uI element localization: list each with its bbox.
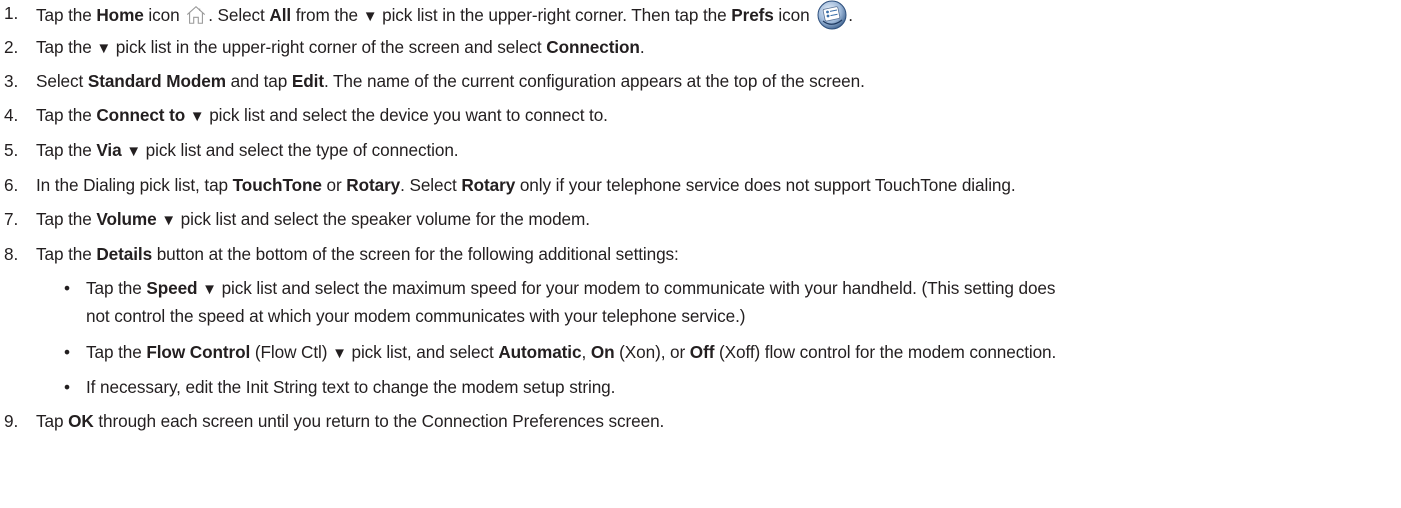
step-text: Tap the Connect to ▼ pick list and selec…	[36, 105, 608, 125]
bold-term: OK	[68, 411, 94, 431]
bold-term: Via	[96, 140, 122, 160]
step-text: Tap OK through each screen until you ret…	[36, 411, 665, 431]
bold-term: Rotary	[346, 175, 401, 195]
step-number: 5.	[4, 140, 19, 160]
pick-list-triangle-icon: ▼	[189, 108, 205, 125]
home-icon	[187, 6, 206, 24]
bold-term: Prefs	[731, 5, 774, 25]
bullet-text: not control the speed at which your mode…	[86, 306, 746, 326]
bold-term: On	[590, 342, 615, 362]
step-number: 3.	[4, 71, 19, 91]
bold-term: Rotary	[461, 175, 516, 195]
bullet-text: Tap the Speed ▼ pick list and select the…	[86, 278, 1056, 298]
bold-term: Connect to	[96, 105, 186, 125]
step-number: 8.	[4, 244, 19, 264]
bold-term: TouchTone	[232, 175, 322, 195]
step-number: 6.	[4, 175, 19, 195]
step-number: 9.	[4, 411, 19, 431]
bullet-text: If necessary, edit the Init String text …	[86, 377, 616, 397]
step-text: Tap the Home icon . Select All from the …	[36, 0, 853, 30]
bold-term: Automatic	[498, 342, 582, 362]
pick-list-triangle-icon: ▼	[362, 8, 378, 25]
step-text: Tap the Volume ▼ pick list and select th…	[36, 209, 590, 229]
bold-term: All	[269, 5, 292, 25]
bold-term: Standard Modem	[87, 71, 226, 91]
step-number: 2.	[4, 37, 19, 57]
bold-term: Off	[689, 342, 715, 362]
bullet-marker: •	[64, 377, 70, 397]
step-number: 1.	[4, 3, 19, 23]
bold-term: Volume	[96, 209, 157, 229]
pick-list-triangle-icon: ▼	[202, 281, 217, 298]
pick-list-triangle-icon: ▼	[332, 345, 347, 362]
bullet-text: Tap the Flow Control (Flow Ctl) ▼ pick l…	[86, 342, 1057, 362]
step-text: Tap the Via ▼ pick list and select the t…	[36, 140, 459, 160]
step-text: Tap the Details button at the bottom of …	[36, 244, 679, 264]
bullet-marker: •	[64, 278, 70, 298]
step-text: Tap the ▼ pick list in the upper-right c…	[36, 37, 645, 57]
bold-term: Details	[96, 244, 153, 264]
step-text: Select Standard Modem and tap Edit. The …	[36, 71, 865, 91]
bold-term: Flow Control	[146, 342, 251, 362]
pick-list-triangle-icon: ▼	[161, 212, 176, 229]
step-number: 4.	[4, 105, 19, 125]
pick-list-triangle-icon: ▼	[96, 40, 112, 57]
bullet-marker: •	[64, 342, 70, 362]
bold-term: Connection	[546, 37, 640, 57]
prefs-icon	[817, 0, 847, 30]
step-number: 7.	[4, 209, 19, 229]
bold-term: Edit	[291, 71, 324, 91]
pick-list-triangle-icon: ▼	[126, 143, 141, 160]
step-text: In the Dialing pick list, tap TouchTone …	[36, 175, 1016, 195]
bold-term: Speed	[146, 278, 198, 298]
bold-term: Home	[96, 5, 144, 25]
